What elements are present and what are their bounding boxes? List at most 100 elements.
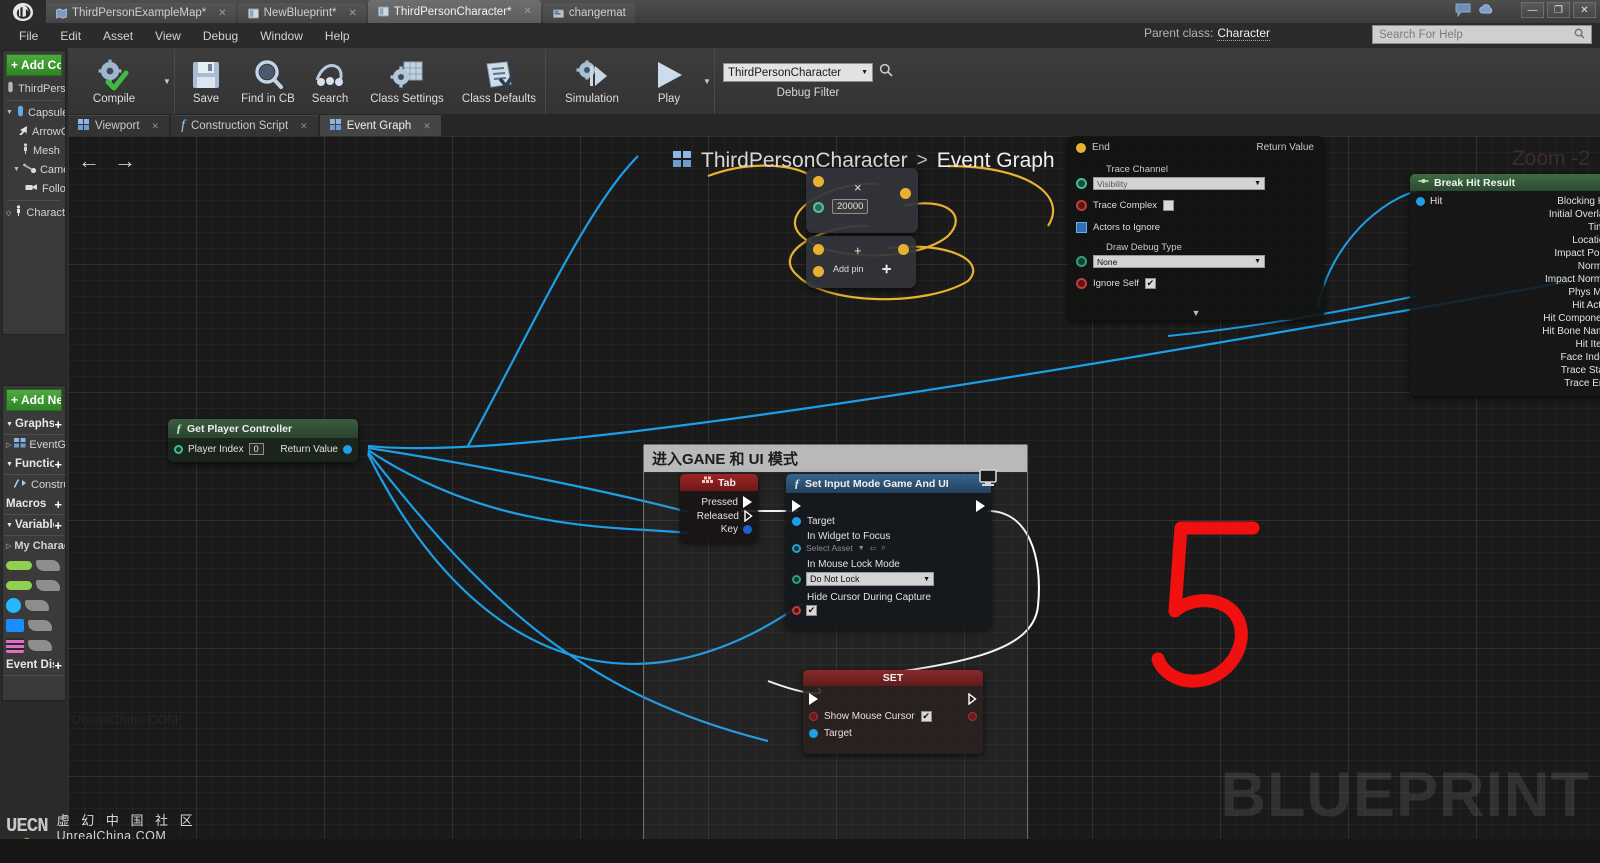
exec-out-pin[interactable] [976, 500, 985, 512]
target-pin[interactable] [792, 517, 801, 526]
trace-channel-combo[interactable]: Visibility ▼ [1093, 177, 1265, 190]
debug-filter-select[interactable]: ThirdPersonCharacter ▼ [723, 63, 873, 82]
add-node[interactable]: + Add pin ✛ [806, 236, 916, 288]
tab-viewport[interactable]: Viewport ✕ [68, 115, 170, 136]
component-row-thirdperson[interactable]: ThirdPersonChar... [3, 79, 65, 98]
close-icon[interactable]: ✕ [349, 8, 357, 19]
menu-help[interactable]: Help [314, 26, 361, 46]
component-row-charactermovement[interactable]: ◇ CharacterMovement [3, 203, 65, 222]
cloud-icon[interactable] [1478, 3, 1495, 22]
component-row-capsule[interactable]: ▼ CapsuleComponent [3, 103, 65, 122]
section-functions[interactable]: ▼ Functions + [3, 454, 65, 475]
class-defaults-button[interactable]: Class Defaults [453, 48, 545, 114]
add-component-button[interactable]: + Add Component [6, 54, 62, 76]
comment-title[interactable]: 进入GANE 和 UI 模式 [644, 445, 1027, 472]
multiply-node[interactable]: × 20000 [806, 168, 918, 233]
variable-row[interactable] [3, 615, 65, 635]
player-index-pin[interactable] [174, 444, 183, 454]
component-row-arrow[interactable]: ArrowComponent [3, 122, 65, 141]
save-button[interactable]: Save [175, 48, 237, 114]
feedback-icon[interactable] [1455, 3, 1471, 22]
compile-button[interactable]: Compile [68, 48, 160, 114]
expander-icon[interactable]: ▼ [6, 421, 13, 428]
browse-asset-icon[interactable]: ⌕ [881, 543, 885, 553]
expander-icon[interactable]: ▷ [6, 441, 11, 449]
maximize-button[interactable]: ❐ [1547, 2, 1570, 18]
function-item-constructionscript[interactable]: ConstructionScript [3, 475, 65, 494]
add-graph-button[interactable]: + [54, 417, 62, 432]
close-button[interactable]: ✕ [1573, 2, 1596, 18]
draw-debug-type-combo[interactable]: None ▼ [1093, 255, 1265, 268]
menu-edit[interactable]: Edit [49, 26, 92, 46]
hit-input-pin[interactable] [1416, 197, 1425, 206]
variable-row[interactable] [3, 635, 65, 655]
hide-cursor-pin[interactable] [792, 606, 801, 615]
parent-class-value[interactable]: Character [1217, 26, 1270, 41]
debug-filter-search-icon[interactable] [879, 63, 893, 82]
return-value-pin[interactable] [343, 444, 352, 454]
graph-item-eventgraph[interactable]: ▷ EventGraph [3, 435, 65, 454]
event-graph-canvas[interactable]: ← → ThirdPersonCharacter > Event Graph Z… [68, 136, 1600, 839]
end-pin[interactable] [1076, 142, 1086, 153]
add-pin-b[interactable] [813, 266, 824, 277]
use-selected-asset-icon[interactable]: ⇦ [870, 544, 877, 553]
actors-to-ignore-pin[interactable] [1076, 222, 1087, 233]
menu-file[interactable]: File [8, 26, 49, 46]
add-pin-label[interactable]: Add pin [833, 264, 864, 274]
menu-window[interactable]: Window [249, 26, 314, 46]
search-button[interactable]: Search [299, 48, 361, 114]
expander-icon[interactable]: ▼ [13, 166, 20, 173]
variable-row[interactable] [3, 555, 65, 575]
nav-forward-icon[interactable]: → [114, 148, 136, 174]
simulation-button[interactable]: Simulation [546, 48, 638, 114]
set-show-mouse-cursor-node[interactable]: SET Show Mouse Cursor ✔ Target [803, 670, 983, 754]
widget-focus-value[interactable]: Select Asset [806, 543, 853, 553]
variable-group-row[interactable]: ▷ My Character [3, 536, 65, 555]
break-hit-result-node[interactable]: Break Hit Result Hit Blocking Hit Initia… [1410, 174, 1600, 396]
section-event-dispatchers[interactable]: Event Dispatchers + [3, 655, 65, 676]
add-out-pin[interactable] [898, 244, 909, 255]
line-trace-node[interactable]: End Return Value Trace Channel Visibilit… [1068, 136, 1324, 320]
play-dropdown-caret[interactable]: ▼ [700, 48, 714, 114]
help-search-input[interactable]: Search For Help [1372, 25, 1592, 44]
add-function-button[interactable]: + [54, 457, 62, 472]
tab-event-node[interactable]: Tab Pressed Released Key [680, 474, 758, 542]
close-icon[interactable]: ✕ [218, 8, 226, 19]
expander-icon[interactable]: ▼ [1192, 308, 1201, 318]
multiply-value-field[interactable]: 20000 [832, 199, 869, 214]
nav-back-icon[interactable]: ← [78, 148, 100, 174]
menu-debug[interactable]: Debug [192, 26, 249, 46]
tab-event-graph[interactable]: Event Graph ✕ [319, 115, 441, 136]
chevron-down-icon[interactable]: ▼ [858, 545, 865, 552]
mouse-lock-pin[interactable] [792, 574, 801, 584]
add-variable-button[interactable]: + [54, 518, 62, 533]
menu-asset[interactable]: Asset [92, 26, 144, 46]
component-row-cameraboom[interactable]: ▼ CameraBoom [3, 160, 65, 179]
play-button[interactable]: Play [638, 48, 700, 114]
expander-icon[interactable]: ▷ [6, 542, 11, 550]
variable-row[interactable] [3, 595, 65, 615]
close-icon[interactable]: ✕ [152, 121, 160, 132]
pressed-exec-pin[interactable] [743, 496, 752, 508]
add-new-button[interactable]: + Add New [6, 389, 62, 411]
expander-icon[interactable]: ▼ [6, 522, 13, 529]
set-input-mode-node[interactable]: ƒ Set Input Mode Game And UI Target In W… [786, 474, 991, 629]
add-pin-a[interactable] [813, 244, 824, 255]
window-tab-2[interactable]: ThirdPersonCharacter* ✕ [367, 0, 541, 23]
player-index-value[interactable]: 0 [248, 443, 264, 455]
ignore-self-checkbox[interactable]: ✔ [1144, 278, 1156, 289]
ignore-self-pin[interactable] [1076, 278, 1087, 289]
exec-in-pin[interactable] [792, 500, 801, 512]
variable-row[interactable] [3, 575, 65, 595]
section-macros[interactable]: Macros + [3, 494, 65, 515]
window-tab-0[interactable]: ThirdPersonExampleMap* ✕ [46, 3, 236, 23]
menu-view[interactable]: View [144, 26, 192, 46]
minimize-button[interactable]: — [1521, 2, 1544, 18]
trace-complex-pin[interactable] [1076, 200, 1087, 211]
set-exec-in-pin[interactable] [809, 693, 818, 705]
expander-icon[interactable]: ▼ [6, 461, 13, 468]
close-icon[interactable]: ✕ [423, 121, 431, 132]
set-target-pin[interactable] [809, 729, 818, 738]
compile-dropdown-caret[interactable]: ▼ [160, 48, 174, 114]
close-icon[interactable]: ✕ [524, 6, 532, 17]
